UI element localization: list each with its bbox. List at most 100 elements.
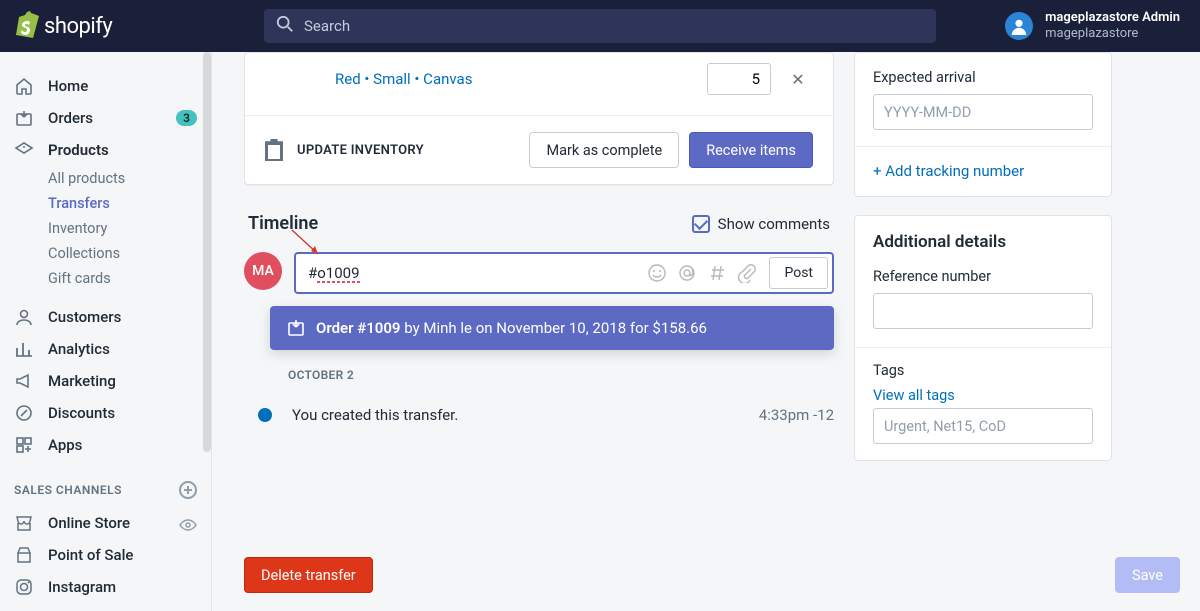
expected-arrival-label: Expected arrival	[873, 69, 1093, 86]
timeline-event: You created this transfer. 4:33pm -12	[258, 406, 834, 424]
orders-badge: 3	[176, 110, 197, 126]
account-store: mageplazastore	[1045, 26, 1180, 42]
view-all-tags-link[interactable]: View all tags	[873, 387, 1093, 404]
additional-details-title: Additional details	[873, 232, 1093, 252]
nav-all-products[interactable]: All products	[0, 166, 211, 191]
nav-discounts[interactable]: Discounts	[0, 397, 211, 429]
update-inventory-label: UPDATE INVENTORY	[297, 143, 424, 158]
order-popup-text: Order #1009 by Minh le on November 10, 2…	[316, 319, 707, 337]
post-button[interactable]: Post	[769, 257, 828, 289]
delete-transfer-button[interactable]: Delete transfer	[244, 557, 373, 593]
nav-collections[interactable]: Collections	[0, 241, 211, 266]
main-content: Red • Small • Canvas ✕ UPDATE INVENTORY …	[212, 52, 1200, 611]
nav-marketing[interactable]: Marketing	[0, 365, 211, 397]
discounts-icon	[14, 403, 34, 423]
quantity-input[interactable]	[707, 63, 771, 95]
nav-analytics[interactable]: Analytics	[0, 333, 211, 365]
comment-input-text[interactable]: o1009	[317, 264, 359, 282]
search-icon	[276, 15, 294, 37]
order-popup-icon	[286, 318, 306, 338]
nav-customers[interactable]: Customers	[0, 301, 211, 333]
expected-arrival-input[interactable]	[873, 94, 1093, 130]
brand-logo[interactable]: shopify	[0, 10, 240, 42]
timeline-title: Timeline	[248, 213, 318, 234]
account-menu[interactable]: mageplazastore Admin mageplazastore	[1005, 10, 1200, 43]
receive-items-button[interactable]: Receive items	[689, 132, 813, 168]
products-icon	[14, 140, 34, 160]
search-input[interactable]	[304, 17, 924, 35]
variant-link[interactable]: Red • Small • Canvas	[335, 70, 695, 88]
reference-number-label: Reference number	[873, 268, 1093, 285]
account-avatar-icon	[1005, 12, 1033, 40]
instagram-icon	[14, 577, 34, 597]
sales-channels-header: SALES CHANNELS	[0, 461, 211, 507]
brand-name: shopify	[44, 14, 112, 39]
account-text: mageplazastore Admin mageplazastore	[1045, 10, 1180, 43]
search-box[interactable]	[264, 9, 936, 43]
comment-box[interactable]: #o1009 Post	[294, 252, 834, 294]
additional-details-card: Additional details Reference number Tags…	[854, 215, 1112, 461]
marketing-icon	[14, 371, 34, 391]
timeline-event-text: You created this transfer.	[292, 406, 739, 424]
nav-online-store[interactable]: Online Store	[0, 507, 211, 539]
online-store-icon	[14, 513, 34, 533]
nav-analytics-label: Analytics	[48, 340, 110, 358]
top-bar: shopify mageplazastore Admin mageplazast…	[0, 0, 1200, 52]
nav-buy-button[interactable]: Buy Button	[0, 603, 211, 611]
tags-input[interactable]	[873, 408, 1093, 444]
nav-orders[interactable]: Orders 3	[0, 102, 211, 134]
comment-row: MA #o1009 Post	[244, 252, 834, 294]
add-channel-icon[interactable]	[179, 481, 197, 499]
show-comments-toggle[interactable]: Show comments	[692, 215, 830, 233]
mention-icon[interactable]	[677, 263, 697, 283]
checkbox-icon	[692, 215, 710, 233]
shopify-bag-icon	[14, 10, 40, 42]
view-store-icon[interactable]	[179, 517, 197, 529]
page-footer: Delete transfer Save	[244, 539, 1180, 611]
nav-marketing-label: Marketing	[48, 372, 116, 390]
nav-transfers[interactable]: Transfers	[0, 191, 211, 216]
nav-discounts-label: Discounts	[48, 404, 115, 422]
nav-home[interactable]: Home	[0, 70, 211, 102]
nav-products[interactable]: Products	[0, 134, 211, 166]
shipment-card: Expected arrival + Add tracking number	[854, 52, 1112, 197]
orders-icon	[14, 108, 34, 128]
mark-complete-button[interactable]: Mark as complete	[529, 132, 679, 168]
timeline-dot-icon	[258, 408, 272, 422]
order-reference-popup[interactable]: Order #1009 by Minh le on November 10, 2…	[270, 306, 834, 350]
nav-pos[interactable]: Point of Sale	[0, 539, 211, 571]
emoji-icon[interactable]	[647, 263, 667, 283]
timeline-date-header: OCTOBER 2	[288, 368, 834, 382]
pos-icon	[14, 545, 34, 565]
reference-number-input[interactable]	[873, 293, 1093, 329]
nav-gift-cards[interactable]: Gift cards	[0, 266, 211, 291]
timeline-event-time: 4:33pm -12	[759, 406, 834, 424]
nav-customers-label: Customers	[48, 308, 121, 326]
nav-instagram[interactable]: Instagram	[0, 571, 211, 603]
nav-apps[interactable]: Apps	[0, 429, 211, 461]
inventory-card: Red • Small • Canvas ✕ UPDATE INVENTORY …	[244, 52, 834, 185]
home-icon	[14, 76, 34, 96]
nav-online-store-label: Online Store	[48, 514, 130, 532]
nav-products-label: Products	[48, 141, 109, 159]
search-wrapper	[240, 9, 1005, 43]
nav-orders-label: Orders	[48, 109, 93, 127]
nav-instagram-label: Instagram	[48, 578, 116, 596]
attachment-icon[interactable]	[737, 263, 757, 283]
analytics-icon	[14, 339, 34, 359]
remove-variant-button[interactable]: ✕	[783, 64, 813, 94]
add-tracking-link[interactable]: + Add tracking number	[873, 162, 1024, 180]
apps-icon	[14, 435, 34, 455]
nav-apps-label: Apps	[48, 436, 82, 454]
clipboard-icon	[265, 139, 283, 161]
nav-home-label: Home	[48, 77, 88, 95]
user-avatar: MA	[244, 252, 282, 290]
sidebar: Home Orders 3 Products All products Tran…	[0, 52, 212, 611]
account-name: mageplazastore Admin	[1045, 10, 1180, 26]
hashtag-icon[interactable]	[707, 263, 727, 283]
customers-icon	[14, 307, 34, 327]
save-button[interactable]: Save	[1115, 557, 1180, 593]
tags-label: Tags	[873, 362, 1093, 379]
nav-pos-label: Point of Sale	[48, 546, 133, 564]
nav-inventory[interactable]: Inventory	[0, 216, 211, 241]
